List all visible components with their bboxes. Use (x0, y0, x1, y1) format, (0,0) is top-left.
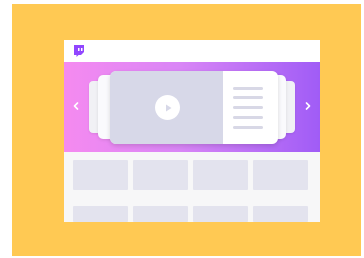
stream-thumbnail-tile[interactable] (73, 206, 128, 222)
play-icon (165, 104, 171, 111)
text-line-placeholder (233, 87, 263, 90)
text-line-placeholder (233, 116, 263, 119)
chevron-left-icon (73, 102, 79, 110)
twitch-logo-icon[interactable] (72, 44, 86, 58)
stream-thumbnail-tile[interactable] (73, 160, 128, 190)
text-line-placeholder (233, 96, 263, 99)
carousel-previous-button[interactable] (67, 97, 85, 115)
recommended-grid (64, 152, 320, 222)
stream-thumbnail-tile[interactable] (133, 206, 188, 222)
stream-info-placeholder (233, 87, 266, 129)
browser-window (64, 40, 320, 222)
text-line-placeholder (233, 126, 263, 129)
stream-thumbnail-tile[interactable] (133, 160, 188, 190)
text-line-placeholder (233, 106, 263, 109)
stream-thumbnail-tile[interactable] (193, 206, 248, 222)
carousel-next-button[interactable] (299, 97, 317, 115)
chevron-right-icon (305, 102, 311, 110)
top-navigation-bar (64, 40, 320, 62)
stream-thumbnail-tile[interactable] (253, 206, 308, 222)
stream-thumbnail-tile[interactable] (253, 160, 308, 190)
video-thumbnail[interactable] (110, 71, 223, 144)
featured-carousel (64, 62, 320, 152)
featured-stream-card[interactable] (110, 71, 278, 144)
stream-thumbnail-tile[interactable] (193, 160, 248, 190)
play-button[interactable] (155, 95, 180, 120)
